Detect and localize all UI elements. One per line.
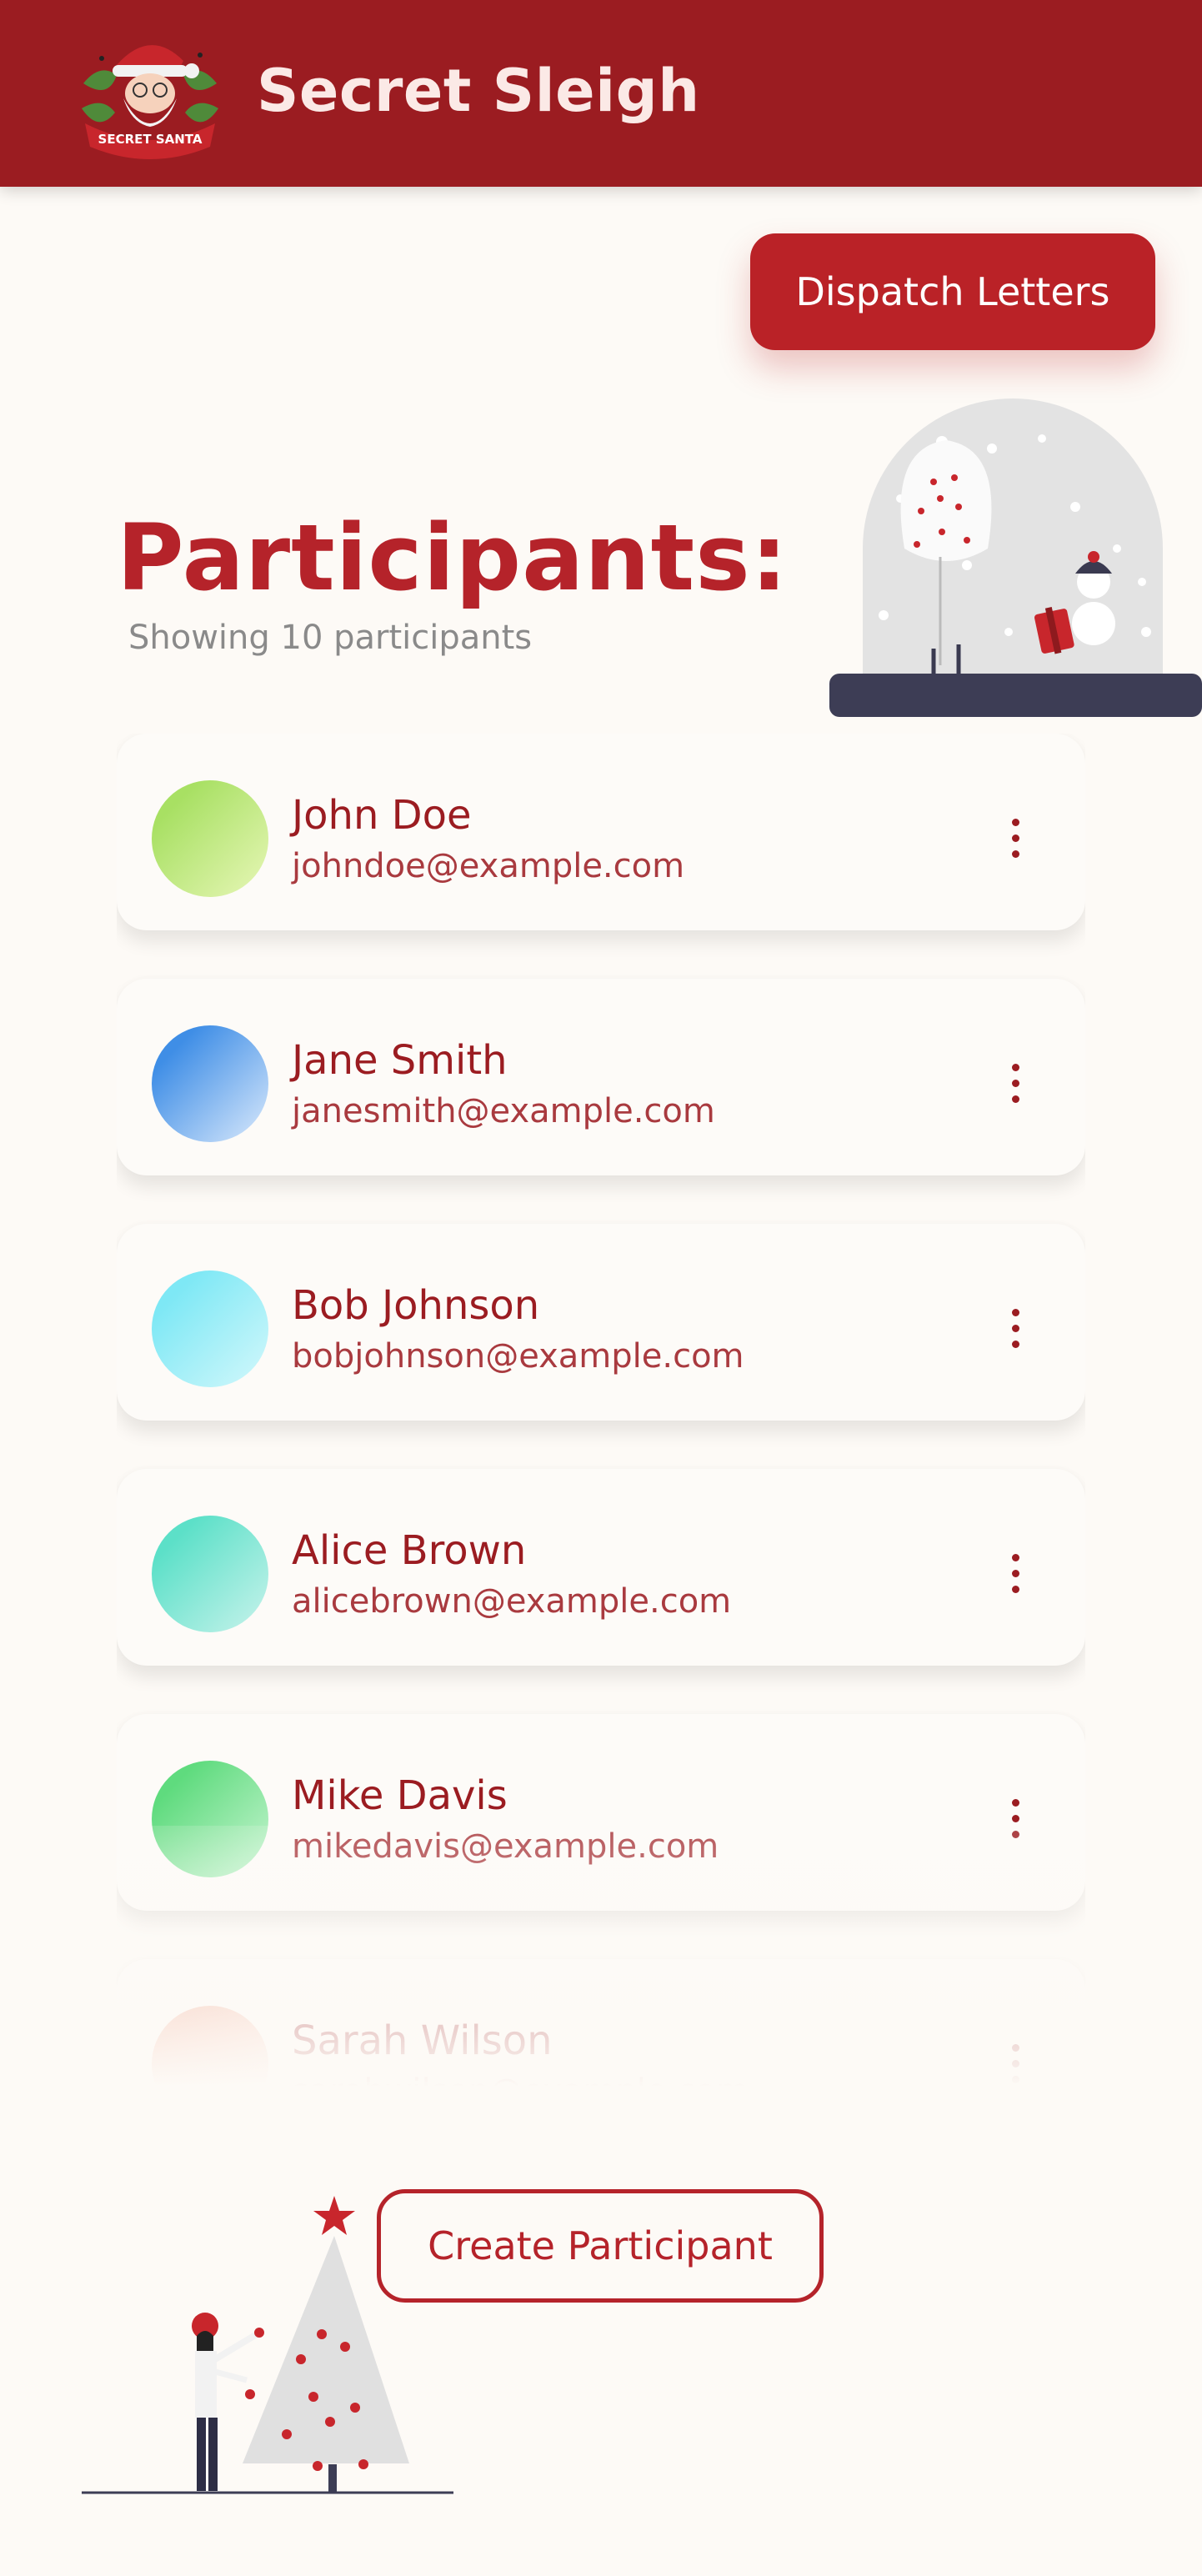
kebab-menu-icon[interactable] (990, 1781, 1040, 1856)
participant-name: Bob Johnson (292, 1282, 540, 1329)
kebab-menu-icon[interactable] (990, 1536, 1040, 1611)
kebab-menu-icon[interactable] (990, 800, 1040, 875)
participant-email: bobjohnson@example.com (292, 1337, 744, 1376)
avatar (152, 1761, 268, 1877)
app-title: Secret Sleigh (257, 57, 700, 125)
participant-card[interactable]: Alice Brown alicebrown@example.com (117, 1469, 1085, 1666)
svg-text:SECRET SANTA: SECRET SANTA (98, 132, 203, 147)
participant-name: Jane Smith (292, 1037, 508, 1084)
kebab-menu-icon[interactable] (990, 1291, 1040, 1366)
kebab-menu-icon[interactable] (990, 1045, 1040, 1120)
participant-card[interactable]: Mike Davis mikedavis@example.com (117, 1714, 1085, 1911)
participant-name: Sarah Wilson (292, 2017, 553, 2064)
participant-card[interactable]: Jane Smith janesmith@example.com (117, 979, 1085, 1175)
kebab-menu-icon[interactable] (990, 2026, 1040, 2101)
dispatch-letters-button[interactable]: Dispatch Letters (750, 233, 1155, 350)
participant-list[interactable]: John Doe johndoe@example.com Jane Smith … (117, 734, 1085, 2101)
participant-name: Mike Davis (292, 1772, 508, 1819)
app-header: SECRET SANTA Secret Sleigh (0, 0, 1202, 187)
participant-email: alicebrown@example.com (292, 1582, 732, 1621)
avatar (152, 2006, 268, 2101)
participant-card[interactable]: Sarah Wilson sarahwilson@example.com (117, 1959, 1085, 2101)
avatar (152, 1025, 268, 1142)
create-participant-button[interactable]: Create Participant (377, 2189, 824, 2303)
participant-email: mikedavis@example.com (292, 1827, 719, 1866)
participant-name: Alice Brown (292, 1527, 527, 1574)
avatar (152, 780, 268, 897)
avatar (152, 1516, 268, 1632)
participant-card[interactable]: Bob Johnson bobjohnson@example.com (117, 1224, 1085, 1421)
participant-name: John Doe (292, 792, 472, 839)
santa-logo[interactable]: SECRET SANTA (75, 25, 225, 167)
participant-email: janesmith@example.com (292, 1092, 715, 1130)
participant-card[interactable]: John Doe johndoe@example.com (117, 734, 1085, 930)
participant-count-text: Showing 10 participants (128, 619, 533, 657)
participant-email: sarahwilson@example.com (292, 2072, 749, 2101)
participant-email: johndoe@example.com (292, 847, 685, 885)
avatar (152, 1270, 268, 1387)
page-title: Participants: (117, 504, 789, 611)
snow-globe-illustration (829, 398, 1202, 717)
